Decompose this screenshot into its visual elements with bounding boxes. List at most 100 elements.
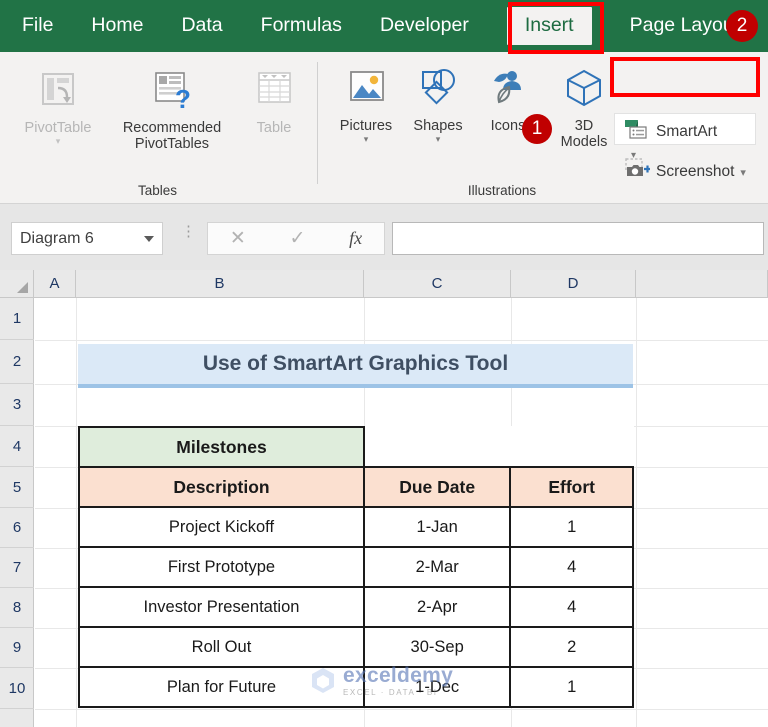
- cancel-formula-icon[interactable]: ✕: [230, 227, 246, 250]
- gridline-horizontal: [35, 340, 768, 341]
- tables-group-label: Tables: [0, 183, 315, 198]
- column-header-b[interactable]: B: [76, 270, 364, 297]
- cell-effort[interactable]: 4: [510, 547, 633, 587]
- cell-effort[interactable]: 1: [510, 667, 633, 707]
- select-all-corner[interactable]: [0, 270, 34, 297]
- shapes-label: Shapes: [413, 118, 462, 134]
- 3d-models-icon: [560, 68, 608, 115]
- name-box-value: Diagram 6: [20, 230, 144, 248]
- cell-description[interactable]: Project Kickoff: [79, 507, 364, 547]
- tab-insert[interactable]: Insert: [507, 7, 592, 46]
- tab-developer[interactable]: Developer: [380, 16, 469, 36]
- pictures-icon: [343, 68, 389, 115]
- header-due-date[interactable]: Due Date: [364, 467, 510, 507]
- shapes-chevron-down-icon: ▾: [436, 135, 441, 144]
- cell-due-date[interactable]: 30-Sep: [364, 627, 510, 667]
- callout-badge-2: 2: [726, 10, 758, 42]
- pictures-label: Pictures: [340, 118, 392, 134]
- pivot-table-button[interactable]: PivotTable ▾: [14, 68, 102, 146]
- illustrations-group-label: Illustrations: [382, 183, 622, 198]
- shapes-icon: [415, 68, 461, 115]
- column-header-d[interactable]: D: [511, 270, 636, 297]
- tab-page-layout[interactable]: Page Layout: [630, 16, 740, 36]
- row-header-9[interactable]: 9: [0, 628, 34, 668]
- 3d-models-label: 3D Models: [561, 118, 608, 150]
- cell-description[interactable]: Roll Out: [79, 627, 364, 667]
- recommended-pivot-tables-label: Recommended PivotTables: [123, 120, 221, 152]
- table-row: Description Due Date Effort: [79, 467, 633, 507]
- cell-due-date[interactable]: 1-Jan: [364, 507, 510, 547]
- formula-bar-grip[interactable]: ⋮: [181, 228, 196, 235]
- pictures-button[interactable]: Pictures ▾: [330, 68, 402, 144]
- excel-window: File Home Data Formulas Developer Insert…: [0, 0, 768, 727]
- name-box[interactable]: Diagram 6: [11, 222, 163, 255]
- formula-action-buttons: ✕ ✓ fx: [207, 222, 385, 255]
- row-header-8[interactable]: 8: [0, 588, 34, 628]
- row-header-4[interactable]: 4: [0, 426, 34, 467]
- cell-description[interactable]: First Prototype: [79, 547, 364, 587]
- smartart-button[interactable]: SmartArt: [624, 118, 717, 145]
- confirm-formula-icon[interactable]: ✓: [290, 227, 306, 250]
- group-header-cell[interactable]: Milestones: [79, 427, 364, 467]
- callout-badge-1: 1: [522, 114, 552, 144]
- tab-file[interactable]: File: [22, 16, 53, 36]
- ribbon-body: PivotTable ▾ ? Recommended Pivot: [0, 52, 768, 204]
- table-row: Milestones: [79, 427, 633, 467]
- tab-formulas[interactable]: Formulas: [261, 16, 342, 36]
- table-icon: [252, 68, 296, 117]
- row-header-1[interactable]: 1: [0, 298, 34, 340]
- cell-due-date[interactable]: 1-Dec: [364, 667, 510, 707]
- ribbon-group-separator: [317, 62, 318, 184]
- cell-effort[interactable]: 4: [510, 587, 633, 627]
- screenshot-chevron-down-icon: ▾: [740, 168, 746, 179]
- screenshot-button[interactable]: Screenshot ▾: [624, 158, 746, 185]
- svg-text:?: ?: [175, 84, 191, 112]
- cell-description[interactable]: Plan for Future: [79, 667, 364, 707]
- header-effort[interactable]: Effort: [510, 467, 633, 507]
- icons-icon: [485, 68, 531, 115]
- shapes-button[interactable]: Shapes ▾: [402, 68, 474, 144]
- ribbon-group-illustrations: Pictures ▾ Shapes ▾: [330, 52, 610, 204]
- table-row: Investor Presentation 2-Apr 4: [79, 587, 633, 627]
- header-description[interactable]: Description: [79, 467, 364, 507]
- pivot-table-chevron-down-icon: ▾: [56, 137, 61, 146]
- column-header-a[interactable]: A: [34, 270, 76, 297]
- table-row: Project Kickoff 1-Jan 1: [79, 507, 633, 547]
- row-header-10[interactable]: 10: [0, 668, 34, 709]
- table-button[interactable]: Table: [240, 68, 308, 136]
- sheet-title-cell[interactable]: Use of SmartArt Graphics Tool: [78, 344, 633, 388]
- milestones-table: Milestones Description Due Date Effort P…: [78, 426, 634, 708]
- recommended-pivot-tables-icon: ?: [149, 68, 195, 117]
- table-label: Table: [257, 120, 292, 136]
- smartart-label: SmartArt: [656, 123, 717, 141]
- ribbon-group-tables: PivotTable ▾ ? Recommended Pivot: [0, 52, 315, 204]
- cell-effort[interactable]: 2: [510, 627, 633, 667]
- insert-function-icon[interactable]: fx: [349, 228, 362, 249]
- gridline-vertical: [636, 298, 637, 727]
- formula-input[interactable]: [392, 222, 764, 255]
- screenshot-icon: [624, 158, 650, 185]
- recommended-pivot-tables-button[interactable]: ? Recommended PivotTables: [102, 68, 242, 152]
- icons-label: Icons: [491, 118, 526, 134]
- tab-home[interactable]: Home: [91, 16, 143, 36]
- pivot-table-icon: [36, 68, 80, 117]
- cell-effort[interactable]: 1: [510, 507, 633, 547]
- pictures-chevron-down-icon: ▾: [364, 135, 369, 144]
- name-box-chevron-down-icon[interactable]: [144, 236, 154, 242]
- row-header-2[interactable]: 2: [0, 340, 34, 384]
- cell-due-date[interactable]: 2-Mar: [364, 547, 510, 587]
- table-row: Plan for Future 1-Dec 1: [79, 667, 633, 707]
- smartart-icon: [624, 118, 650, 145]
- tab-data[interactable]: Data: [181, 16, 222, 36]
- row-header-6[interactable]: 6: [0, 508, 34, 548]
- row-header-5[interactable]: 5: [0, 467, 34, 508]
- cell-due-date[interactable]: 2-Apr: [364, 587, 510, 627]
- row-header-7[interactable]: 7: [0, 548, 34, 588]
- column-header-e[interactable]: [636, 270, 768, 297]
- table-row: First Prototype 2-Mar 4: [79, 547, 633, 587]
- cell-description[interactable]: Investor Presentation: [79, 587, 364, 627]
- row-header-3[interactable]: 3: [0, 384, 34, 426]
- gridline-horizontal: [35, 709, 768, 710]
- pivot-table-label: PivotTable: [25, 120, 92, 136]
- column-header-c[interactable]: C: [364, 270, 511, 297]
